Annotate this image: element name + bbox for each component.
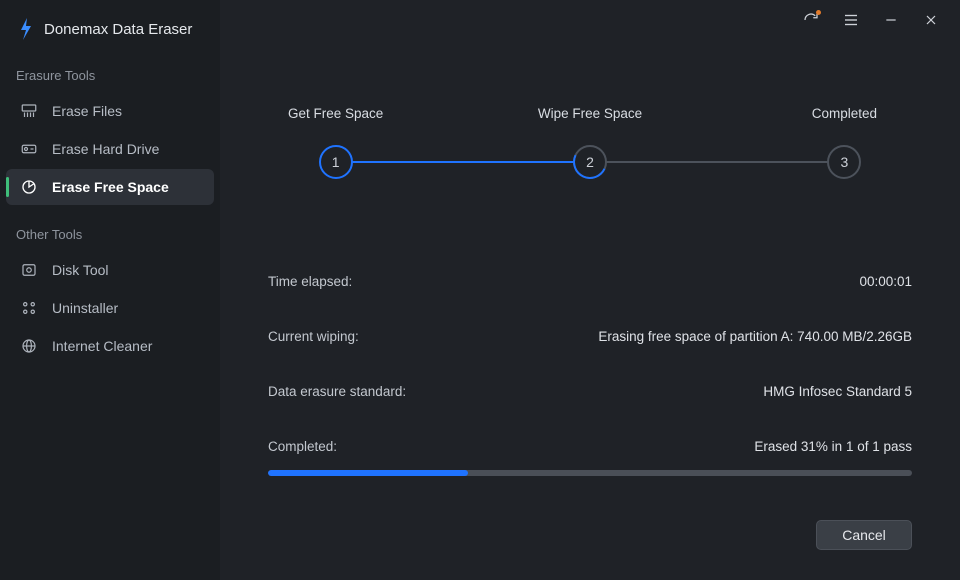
footer: Cancel (220, 520, 960, 580)
step-circle-1: 1 (319, 145, 353, 179)
standard-value: HMG Infosec Standard 5 (763, 384, 912, 399)
row-time-elapsed: Time elapsed: 00:00:01 (268, 274, 912, 289)
row-completed: Completed: Erased 31% in 1 of 1 pass (268, 439, 912, 454)
sidebar-item-erase-files[interactable]: Erase Files (6, 93, 214, 129)
sidebar-item-label: Erase Files (52, 103, 122, 119)
main-area: Get Free Space Wipe Free Space Completed… (220, 0, 960, 580)
close-icon[interactable] (920, 9, 942, 31)
row-completed-block: Completed: Erased 31% in 1 of 1 pass (268, 439, 912, 476)
globe-icon (20, 337, 38, 355)
nav-other: Disk Tool Uninstaller Internet Cleaner (0, 252, 220, 378)
completed-value: Erased 31% in 1 of 1 pass (754, 439, 912, 454)
shredder-icon (20, 102, 38, 120)
sidebar-item-label: Uninstaller (52, 300, 118, 316)
progress-bar (268, 470, 912, 476)
current-wiping-label: Current wiping: (268, 329, 359, 344)
sidebar-item-erase-free-space[interactable]: Erase Free Space (6, 169, 214, 205)
notification-dot-icon (816, 10, 821, 15)
current-wiping-value: Erasing free space of partition A: 740.0… (598, 329, 912, 344)
pie-chart-icon (20, 178, 38, 196)
step-number: 1 (332, 154, 340, 170)
content: Get Free Space Wipe Free Space Completed… (220, 40, 960, 520)
sidebar-item-disk-tool[interactable]: Disk Tool (6, 252, 214, 288)
step-number: 3 (840, 154, 848, 170)
row-current-wiping: Current wiping: Erasing free space of pa… (268, 329, 912, 344)
step-label-1: Get Free Space (288, 106, 383, 121)
sidebar-item-label: Erase Hard Drive (52, 141, 159, 157)
step-label-2: Wipe Free Space (538, 106, 642, 121)
step-circle-2: 2 (573, 145, 607, 179)
update-icon[interactable] (800, 9, 822, 31)
time-elapsed-label: Time elapsed: (268, 274, 352, 289)
nav-erasure: Erase Files Erase Hard Drive Erase Free … (0, 93, 220, 219)
cancel-button-label: Cancel (842, 527, 886, 543)
app-title: Donemax Data Eraser (44, 21, 192, 38)
progress-fill (268, 470, 468, 476)
minimize-icon[interactable] (880, 9, 902, 31)
hard-drive-icon (20, 140, 38, 158)
section-erasure-tools: Erasure Tools (0, 60, 220, 93)
sidebar-item-label: Internet Cleaner (52, 338, 152, 354)
sidebar-item-uninstaller[interactable]: Uninstaller (6, 290, 214, 326)
completed-label: Completed: (268, 439, 337, 454)
app-logo-icon (18, 18, 34, 40)
sidebar: Donemax Data Eraser Erasure Tools Erase … (0, 0, 220, 580)
step-circle-3: 3 (827, 145, 861, 179)
menu-icon[interactable] (840, 9, 862, 31)
time-elapsed-value: 00:00:01 (859, 274, 912, 289)
titlebar (220, 0, 960, 40)
step-number: 2 (586, 154, 594, 170)
row-standard: Data erasure standard: HMG Infosec Stand… (268, 384, 912, 399)
stepper: Get Free Space Wipe Free Space Completed… (268, 106, 912, 180)
brand: Donemax Data Eraser (0, 14, 220, 60)
sidebar-item-label: Erase Free Space (52, 179, 169, 195)
step-label-3: Completed (812, 106, 877, 121)
sidebar-item-label: Disk Tool (52, 262, 109, 278)
sidebar-item-erase-hard-drive[interactable]: Erase Hard Drive (6, 131, 214, 167)
apps-grid-icon (20, 299, 38, 317)
sidebar-item-internet-cleaner[interactable]: Internet Cleaner (6, 328, 214, 364)
disk-icon (20, 261, 38, 279)
info-block: Time elapsed: 00:00:01 Current wiping: E… (268, 274, 912, 476)
cancel-button[interactable]: Cancel (816, 520, 912, 550)
standard-label: Data erasure standard: (268, 384, 406, 399)
section-other-tools: Other Tools (0, 219, 220, 252)
